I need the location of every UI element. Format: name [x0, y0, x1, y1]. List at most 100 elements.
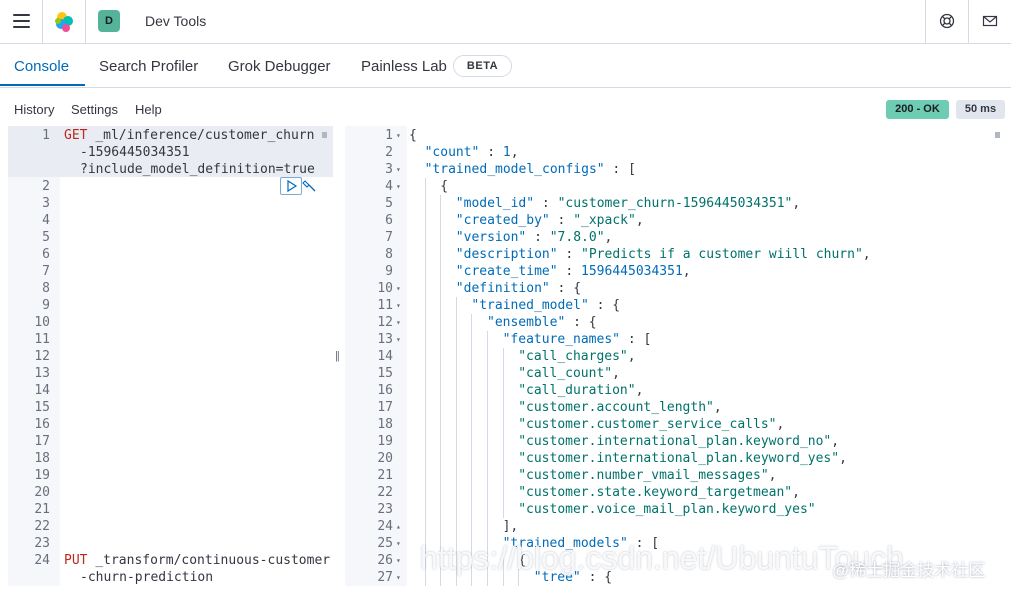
fold-toggle-icon[interactable]: ▾ [396, 178, 401, 195]
json-token: "call_duration" [518, 383, 636, 398]
elastic-logo-link[interactable] [43, 0, 86, 43]
response-line: 18 "customer.customer_service_calls", [345, 416, 995, 433]
json-token: , [768, 468, 777, 483]
indent-guide [455, 467, 457, 484]
response-line: 16 "call_duration", [345, 382, 995, 399]
tab-search-profiler[interactable]: Search Profiler [99, 58, 198, 75]
indent-guide [424, 212, 426, 229]
response-code: "call_count", [518, 365, 620, 382]
indent-guide [471, 467, 473, 484]
response-code: "version" : "7.8.0", [456, 229, 613, 246]
line-number: 7 [385, 230, 393, 245]
json-token: "Predicts if a customer wiill churn" [581, 247, 863, 262]
indent-guide [424, 382, 426, 399]
fold-toggle-icon[interactable]: ▾ [396, 127, 401, 144]
indent-guide [455, 297, 457, 314]
response-code: "ensemble" : { [487, 314, 597, 331]
json-token: "customer.state.keyword_targetmean" [518, 485, 793, 500]
request-editor[interactable]: 1 GET _ml/inference/customer_churn -159644… [8, 126, 333, 586]
response-code: "feature_names" : [ [503, 331, 652, 348]
line-number: 19 [34, 468, 50, 483]
line-number: 8 [385, 247, 393, 262]
response-code: "description" : "Predicts if a customer … [456, 246, 871, 263]
indent-guide [424, 501, 426, 518]
page-title: Dev Tools [145, 13, 207, 29]
line-number: 11 [34, 332, 50, 347]
json-token: , [792, 485, 800, 500]
indent-guide [424, 195, 426, 212]
help-link[interactable]: Help [135, 102, 162, 117]
line-number: 9 [42, 298, 50, 313]
indent-guide [440, 382, 442, 399]
fold-toggle-icon[interactable]: ▾ [396, 535, 401, 552]
tab-grok-debugger[interactable]: Grok Debugger [228, 58, 331, 75]
request-code: ?include_model_definition=true [80, 161, 315, 178]
newsfeed-button[interactable] [968, 0, 1011, 43]
menu-button[interactable] [0, 0, 43, 43]
line-number: 24 [34, 553, 50, 568]
resize-handle-icon[interactable]: || [335, 350, 340, 362]
response-scrollbar[interactable] [995, 132, 1000, 138]
json-token: : [534, 196, 558, 211]
fold-toggle-icon[interactable]: ▾ [396, 331, 401, 348]
indent-guide [424, 263, 426, 280]
fold-toggle-icon[interactable]: ▾ [396, 552, 401, 569]
fold-toggle-icon[interactable]: ▾ [396, 314, 401, 331]
watermark: @稀土掘金技术社区 [832, 561, 986, 580]
indent-guide [487, 365, 488, 382]
indent-guide [440, 348, 442, 365]
indent-guide [487, 331, 488, 348]
fold-toggle-icon[interactable]: ▴ [396, 518, 401, 535]
response-code: "count" : 1, [425, 144, 519, 161]
indent-guide [424, 280, 426, 297]
indent-guide [471, 314, 473, 331]
settings-link[interactable]: Settings [71, 102, 118, 117]
fold-toggle-icon[interactable]: ▾ [396, 280, 401, 297]
line-number: 17 [377, 400, 393, 415]
history-link[interactable]: History [14, 102, 54, 117]
response-line: 21 "customer.number_vmail_messages", [345, 467, 995, 484]
indent-guide [424, 331, 426, 348]
indent-guide [440, 467, 442, 484]
json-token: , [776, 417, 785, 432]
response-code: { [409, 127, 417, 144]
json-token: "trained_model" [471, 298, 589, 313]
request-line: 17 [8, 433, 333, 450]
tab-painless-lab[interactable]: Painless Lab [361, 58, 447, 75]
json-token: , [713, 400, 722, 415]
request-code: -1596445034351 [80, 144, 190, 161]
fold-toggle-icon[interactable]: ▾ [396, 569, 401, 586]
space-selector[interactable]: D [86, 0, 130, 43]
indent-guide [424, 297, 426, 314]
indent-guide [471, 399, 473, 416]
response-line: 15 "call_count", [345, 365, 995, 382]
indent-guide [471, 450, 473, 467]
json-token: : [479, 145, 503, 160]
indent-guide [502, 399, 504, 416]
response-line: 22 "customer.state.keyword_targetmean", [345, 484, 995, 501]
json-token: "description" [455, 247, 558, 262]
request-line: 18 [8, 450, 333, 467]
json-token: : { [588, 298, 621, 313]
json-token: "_xpack" [573, 213, 636, 228]
indent-guide [440, 433, 442, 450]
request-line: 6 [8, 246, 333, 263]
fold-toggle-icon[interactable]: ▾ [396, 161, 401, 178]
response-viewer[interactable]: 1 ▾{2 "count" : 1, 3 ▾ "trained_model_configs… [345, 126, 1004, 586]
fold-toggle-icon[interactable]: ▾ [396, 297, 401, 314]
json-token: 1 [502, 145, 511, 160]
indent-guide [424, 467, 426, 484]
wrench-icon[interactable] [302, 177, 318, 193]
response-line: 12 ▾ "ensemble" : { [345, 314, 995, 331]
line-number: 13 [34, 366, 50, 381]
response-code: ], [503, 518, 519, 535]
send-request-icon[interactable] [280, 177, 302, 195]
help-menu-button[interactable] [925, 0, 969, 43]
request-line: 3 [8, 195, 333, 212]
response-line: 17 "customer.account_length", [345, 399, 995, 416]
line-number: 3 [385, 162, 393, 177]
response-line: 5 "model_id" : "customer_churn-1596445034… [345, 195, 995, 212]
tab-console[interactable]: Console [14, 58, 69, 75]
response-line: 9 "create_time" : 1596445034351, [345, 263, 995, 280]
request-path: -churn-prediction [80, 570, 214, 585]
